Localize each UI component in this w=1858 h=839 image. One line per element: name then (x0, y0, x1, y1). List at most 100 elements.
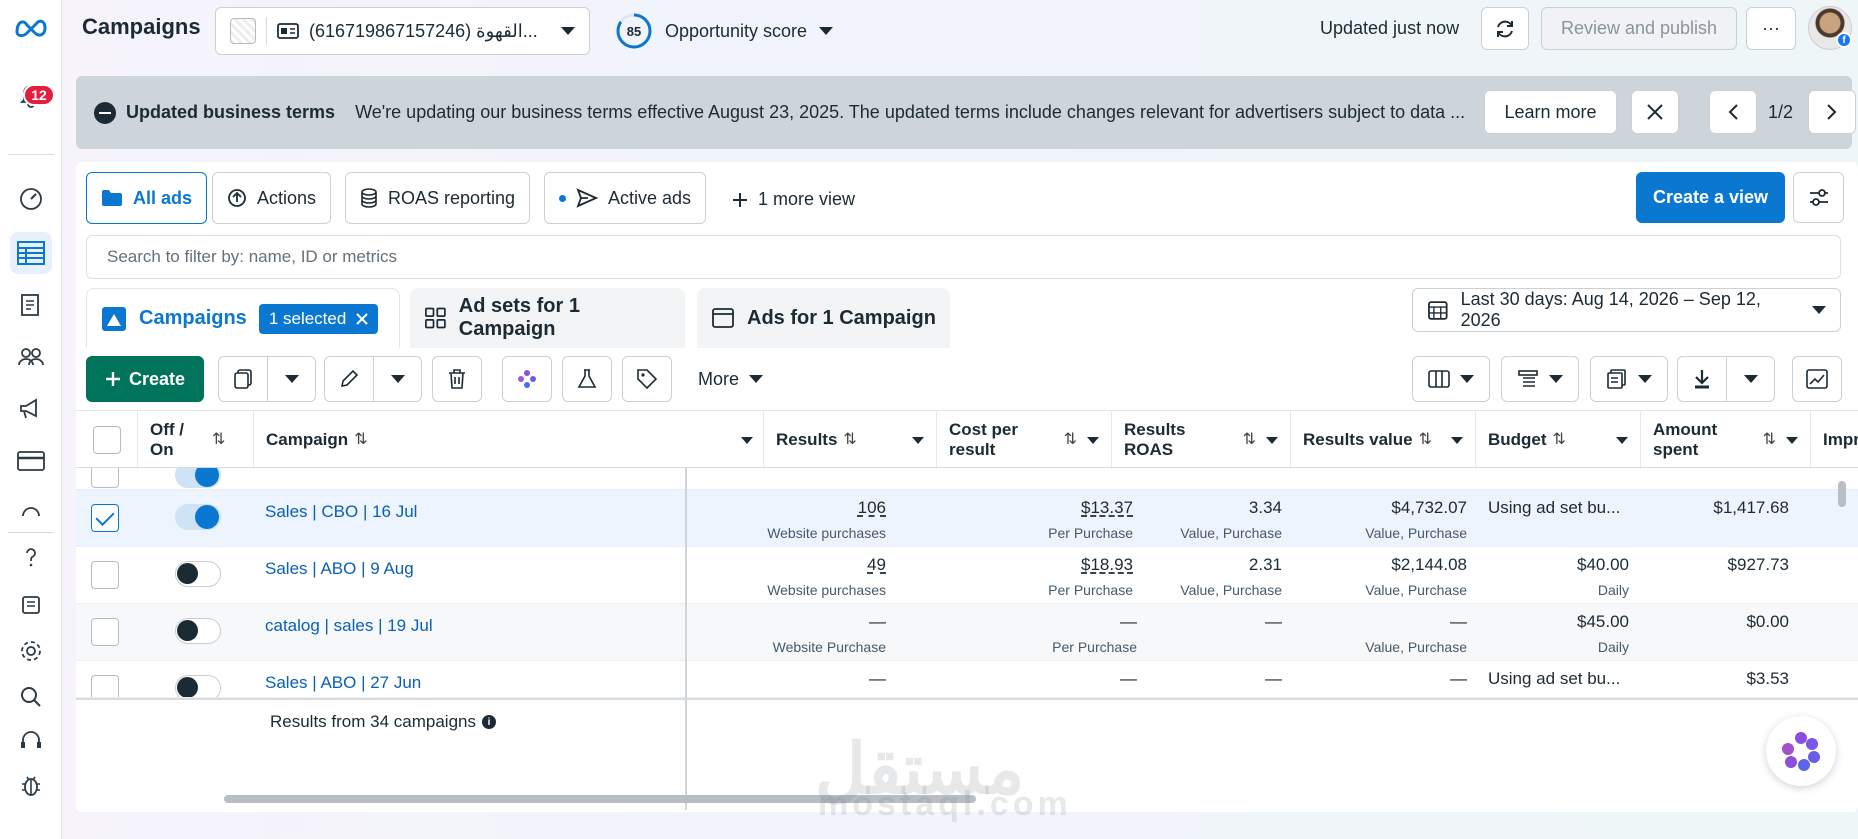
help-question-icon[interactable] (10, 536, 52, 578)
campaign-name-link[interactable]: Sales | ABO | 27 Jun (265, 673, 421, 693)
sort-arrows-icon[interactable]: ⇅ (354, 431, 367, 449)
billing-card-icon[interactable] (10, 440, 52, 482)
clear-selection-close-icon[interactable] (356, 312, 369, 325)
more-views-button[interactable]: 1 more view (732, 189, 855, 210)
row-checkbox[interactable] (91, 561, 119, 589)
chevron-down-icon[interactable] (1266, 436, 1278, 444)
sort-arrows-icon[interactable]: ⇅ (1553, 431, 1566, 449)
search-icon[interactable] (10, 676, 52, 718)
loading-arc-icon[interactable] (10, 490, 52, 532)
opportunity-score[interactable]: 85 Opportunity score (615, 12, 834, 50)
row-checkbox[interactable] (91, 504, 119, 532)
edit-button[interactable] (325, 357, 373, 401)
sort-arrows-icon[interactable]: ⇅ (1419, 431, 1432, 449)
selected-count-chip[interactable]: 1 selected (258, 303, 379, 334)
close-banner-button[interactable] (1631, 90, 1679, 134)
table-row[interactable]: Sales | ABO | 27 Jun — — — — Using ad se… (76, 661, 1858, 698)
chevron-down-icon[interactable] (1616, 436, 1628, 444)
column-header-cost-per-result[interactable]: Cost per result ⇅ (937, 411, 1112, 469)
ab-test-button[interactable] (563, 357, 611, 401)
view-tab-all-ads[interactable]: All ads (86, 172, 208, 224)
meta-logo-icon[interactable] (10, 6, 52, 48)
tab-campaigns[interactable]: Campaigns 1 selected (86, 288, 400, 348)
table-row[interactable]: catalog | sales | 19 Jul — Website Purch… (76, 604, 1858, 661)
row-toggle[interactable] (175, 675, 221, 697)
view-tab-roas-reporting[interactable]: ROAS reporting (345, 172, 531, 224)
row-checkbox[interactable] (91, 675, 119, 697)
column-header-impressions[interactable]: Impres (1811, 411, 1858, 469)
export-button[interactable] (1678, 357, 1726, 401)
review-and-publish-button[interactable]: Review and publish (1541, 7, 1737, 50)
row-toggle[interactable] (175, 504, 221, 530)
select-all-checkbox[interactable] (92, 426, 121, 454)
column-header-off-on[interactable]: Off / On ⇅ (138, 411, 254, 469)
more-actions-button[interactable]: More (698, 356, 764, 402)
edit-dropdown-button[interactable] (373, 357, 421, 401)
duplicate-dropdown-button[interactable] (267, 357, 315, 401)
audiences-people-icon[interactable] (10, 336, 52, 378)
reports-button[interactable] (1591, 357, 1667, 401)
row-checkbox[interactable] (91, 618, 119, 646)
previous-banner-button[interactable] (1709, 90, 1757, 134)
duplicate-button[interactable] (219, 357, 267, 401)
export-dropdown-button[interactable] (1726, 357, 1774, 401)
settings-gear-icon[interactable] (10, 630, 52, 672)
column-header-budget[interactable]: Budget ⇅ (1476, 411, 1641, 469)
tag-button[interactable] (623, 357, 671, 401)
sort-arrows-icon[interactable]: ⇅ (1763, 431, 1776, 449)
campaign-name-link[interactable]: Sales | ABO | 9 Aug (265, 559, 414, 579)
campaigns-megaphone-icon[interactable] (10, 388, 52, 430)
ai-assist-button[interactable] (503, 357, 551, 401)
pages-document-icon[interactable] (10, 284, 52, 326)
support-headset-icon[interactable] (10, 720, 52, 762)
ads-manager-table-icon[interactable] (10, 232, 52, 274)
chevron-down-icon[interactable] (1786, 436, 1798, 444)
column-header-results[interactable]: Results ⇅ (764, 411, 937, 469)
sort-arrows-icon[interactable]: ⇅ (843, 431, 856, 449)
chevron-down-icon[interactable] (741, 436, 753, 444)
chevron-down-icon[interactable] (1087, 436, 1099, 444)
dashboard-gauge-icon[interactable] (10, 178, 52, 220)
column-header-campaign[interactable]: Campaign ⇅ (254, 411, 764, 469)
table-row[interactable]: Sales | ABO | 9 Aug 49 Website purchases… (76, 547, 1858, 604)
tab-ads[interactable]: Ads for 1 Campaign (697, 288, 950, 348)
info-icon[interactable]: i (481, 715, 496, 729)
chevron-down-icon[interactable] (1451, 436, 1463, 444)
view-tab-actions[interactable]: Actions (212, 172, 332, 224)
vertical-scrollbar[interactable] (1838, 481, 1846, 507)
learn-more-button[interactable]: Learn more (1484, 90, 1617, 134)
sort-arrows-icon[interactable]: ⇅ (1064, 431, 1077, 449)
columns-button[interactable] (1413, 357, 1489, 401)
view-tab-active-ads[interactable]: Active ads (544, 172, 707, 224)
column-header-results-value[interactable]: Results value ⇅ (1291, 411, 1476, 469)
breakdown-button[interactable] (1502, 357, 1578, 401)
reports-list-icon[interactable] (10, 584, 52, 626)
row-toggle[interactable] (175, 561, 221, 587)
table-row[interactable]: Sales | CBO | 16 Jul 106 Website purchas… (76, 490, 1858, 547)
row-toggle[interactable] (175, 468, 221, 488)
chevron-down-icon[interactable] (912, 436, 924, 444)
refresh-button[interactable] (1481, 7, 1529, 50)
results-value[interactable]: 49 (867, 555, 886, 574)
tab-adsets[interactable]: Ad sets for 1 Campaign (410, 288, 685, 348)
campaign-name-link[interactable]: Sales | CBO | 16 Jul (265, 502, 417, 522)
create-view-button[interactable]: Create a view (1636, 172, 1785, 223)
row-checkbox[interactable] (91, 468, 119, 488)
create-button[interactable]: Create (86, 356, 204, 402)
sort-arrows-icon[interactable]: ⇅ (1243, 431, 1256, 449)
column-header-amount-spent[interactable]: Amount spent ⇅ (1641, 411, 1811, 469)
delete-button[interactable] (433, 357, 481, 401)
view-settings-button[interactable] (1793, 172, 1844, 223)
ad-account-selector[interactable]: (616719867157246) القهوة... (215, 7, 590, 55)
row-toggle[interactable] (175, 618, 221, 644)
next-banner-button[interactable] (1808, 90, 1856, 134)
column-header-results-roas[interactable]: Results ROAS ⇅ (1112, 411, 1291, 469)
bug-report-icon[interactable] (10, 764, 52, 806)
campaign-name-link[interactable]: catalog | sales | 19 Jul (265, 616, 433, 636)
more-options-button[interactable]: ··· (1746, 7, 1796, 50)
results-value[interactable]: 106 (858, 498, 886, 517)
view-charts-button[interactable] (1793, 357, 1841, 401)
ai-assistant-button[interactable] (1766, 716, 1836, 786)
date-range-picker[interactable]: Last 30 days: Aug 14, 2026 – Sep 12, 202… (1412, 288, 1841, 332)
search-input[interactable] (86, 235, 1841, 279)
